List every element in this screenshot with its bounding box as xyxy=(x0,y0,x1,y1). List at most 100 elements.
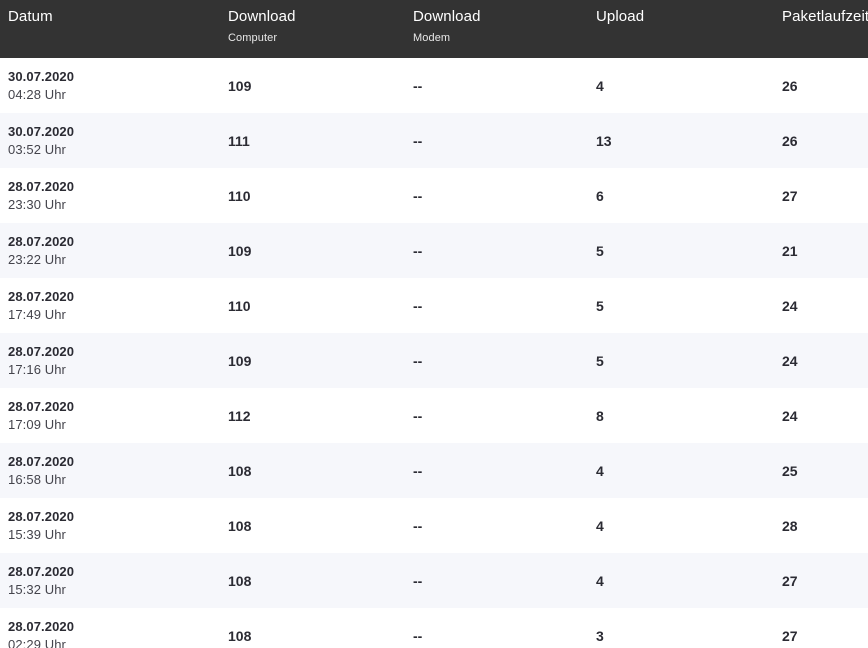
cell-download-modem: -- xyxy=(413,627,423,644)
cell-download-modem: -- xyxy=(413,132,423,149)
cell-datum: 28.07.2020 17:16 Uhr xyxy=(0,333,228,388)
cell-time-value: 02:29 Uhr xyxy=(8,636,66,648)
cell-upload: 5 xyxy=(596,242,604,259)
cell-upload: 8 xyxy=(596,407,604,424)
cell-download-computer: 112 xyxy=(228,407,251,424)
cell-time-value: 15:39 Uhr xyxy=(8,526,66,542)
cell-time-value: 16:58 Uhr xyxy=(8,471,66,487)
cell-paketlaufzeit: 26 xyxy=(782,132,798,149)
cell-upload: 5 xyxy=(596,297,604,314)
cell-upload: 4 xyxy=(596,77,604,94)
cell-download-computer: 109 xyxy=(228,242,252,259)
table-row[interactable]: 28.07.2020 15:32 Uhr 108 -- 4 27 xyxy=(0,553,868,608)
table-header: Datum Download Computer Download Modem U… xyxy=(0,0,868,58)
column-header-datum-label: Datum xyxy=(8,8,53,25)
cell-paketlaufzeit: 27 xyxy=(782,187,798,204)
cell-time-value: 17:16 Uhr xyxy=(8,361,66,377)
cell-datum: 28.07.2020 17:49 Uhr xyxy=(0,278,228,333)
cell-upload: 13 xyxy=(596,132,612,149)
cell-download-computer: 108 xyxy=(228,462,252,479)
cell-paketlaufzeit: 24 xyxy=(782,297,798,314)
cell-download-computer: 110 xyxy=(228,187,251,204)
cell-date-value: 30.07.2020 xyxy=(8,123,75,139)
column-header-download-modem-sublabel: Modem xyxy=(413,31,451,44)
cell-paketlaufzeit: 27 xyxy=(782,627,798,644)
cell-download-modem: -- xyxy=(413,462,423,479)
cell-time-value: 23:30 Uhr xyxy=(8,196,66,212)
cell-paketlaufzeit: 21 xyxy=(782,242,798,259)
column-header-upload-label: Upload xyxy=(596,8,645,25)
table-header-row: Datum Download Computer Download Modem U… xyxy=(0,0,868,58)
measurement-results-table: Datum Download Computer Download Modem U… xyxy=(0,0,868,648)
cell-upload: 4 xyxy=(596,517,604,534)
column-header-datum[interactable]: Datum xyxy=(0,0,228,58)
cell-datum: 28.07.2020 23:22 Uhr xyxy=(0,223,228,278)
column-header-upload[interactable]: Upload xyxy=(596,0,782,58)
column-header-paketlaufzeit-label: Paketlaufzeit xyxy=(782,8,868,25)
cell-time-value: 23:22 Uhr xyxy=(8,251,66,267)
cell-download-modem: -- xyxy=(413,77,423,94)
cell-date-value: 28.07.2020 xyxy=(8,343,75,359)
cell-upload: 4 xyxy=(596,462,604,479)
cell-download-modem: -- xyxy=(413,517,423,534)
cell-time-value: 17:49 Uhr xyxy=(8,306,66,322)
cell-time-value: 17:09 Uhr xyxy=(8,416,66,432)
cell-download-computer: 108 xyxy=(228,627,252,644)
cell-datum: 28.07.2020 17:09 Uhr xyxy=(0,388,228,443)
cell-upload: 6 xyxy=(596,187,604,204)
cell-date-value: 28.07.2020 xyxy=(8,563,75,579)
cell-date-value: 28.07.2020 xyxy=(8,288,75,304)
cell-datum: 28.07.2020 16:58 Uhr xyxy=(0,443,228,498)
cell-paketlaufzeit: 25 xyxy=(782,462,798,479)
cell-datum: 28.07.2020 02:29 Uhr xyxy=(0,608,228,648)
table-row[interactable]: 28.07.2020 17:49 Uhr 110 -- 5 24 xyxy=(0,278,868,333)
cell-paketlaufzeit: 24 xyxy=(782,352,798,369)
table-row[interactable]: 28.07.2020 02:29 Uhr 108 -- 3 27 xyxy=(0,608,868,648)
cell-paketlaufzeit: 27 xyxy=(782,572,798,589)
column-header-download-computer-label: Download xyxy=(228,8,296,25)
table-row[interactable]: 28.07.2020 17:16 Uhr 109 -- 5 24 xyxy=(0,333,868,388)
cell-date-value: 28.07.2020 xyxy=(8,233,75,249)
table-row[interactable]: 30.07.2020 04:28 Uhr 109 -- 4 26 xyxy=(0,58,868,113)
cell-download-modem: -- xyxy=(413,407,423,424)
cell-download-computer: 109 xyxy=(228,77,252,94)
column-header-download-computer[interactable]: Download Computer xyxy=(228,0,413,58)
cell-datum: 28.07.2020 23:30 Uhr xyxy=(0,168,228,223)
cell-date-value: 30.07.2020 xyxy=(8,68,75,84)
table-row[interactable]: 28.07.2020 15:39 Uhr 108 -- 4 28 xyxy=(0,498,868,553)
column-header-download-modem[interactable]: Download Modem xyxy=(413,0,596,58)
cell-download-modem: -- xyxy=(413,242,423,259)
cell-time-value: 15:32 Uhr xyxy=(8,581,66,597)
cell-upload: 4 xyxy=(596,572,604,589)
table-row[interactable]: 28.07.2020 23:22 Uhr 109 -- 5 21 xyxy=(0,223,868,278)
cell-time-value: 03:52 Uhr xyxy=(8,141,66,157)
table-row[interactable]: 30.07.2020 03:52 Uhr 111 -- 13 26 xyxy=(0,113,868,168)
column-header-download-modem-label: Download xyxy=(413,8,481,25)
column-header-download-computer-sublabel: Computer xyxy=(228,31,278,44)
cell-date-value: 28.07.2020 xyxy=(8,453,75,469)
cell-download-computer: 109 xyxy=(228,352,252,369)
cell-time-value: 04:28 Uhr xyxy=(8,86,66,102)
cell-download-modem: -- xyxy=(413,187,423,204)
cell-paketlaufzeit: 28 xyxy=(782,517,798,534)
cell-datum: 30.07.2020 03:52 Uhr xyxy=(0,113,228,168)
column-header-paketlaufzeit[interactable]: Paketlaufzeit xyxy=(782,0,868,58)
cell-download-computer: 108 xyxy=(228,517,252,534)
cell-download-modem: -- xyxy=(413,297,423,314)
cell-datum: 28.07.2020 15:32 Uhr xyxy=(0,553,228,608)
table-row[interactable]: 28.07.2020 17:09 Uhr 112 -- 8 24 xyxy=(0,388,868,443)
cell-date-value: 28.07.2020 xyxy=(8,508,75,524)
cell-download-computer: 108 xyxy=(228,572,252,589)
cell-datum: 30.07.2020 04:28 Uhr xyxy=(0,58,228,113)
table-row[interactable]: 28.07.2020 23:30 Uhr 110 -- 6 27 xyxy=(0,168,868,223)
cell-upload: 5 xyxy=(596,352,604,369)
table-body: 30.07.2020 04:28 Uhr 109 -- 4 26 30.07.2020 03:… xyxy=(0,58,868,648)
cell-download-computer: 110 xyxy=(228,297,251,314)
cell-paketlaufzeit: 26 xyxy=(782,77,798,94)
cell-download-modem: -- xyxy=(413,572,423,589)
cell-date-value: 28.07.2020 xyxy=(8,178,75,194)
cell-download-modem: -- xyxy=(413,352,423,369)
cell-date-value: 28.07.2020 xyxy=(8,398,75,414)
table-row[interactable]: 28.07.2020 16:58 Uhr 108 -- 4 25 xyxy=(0,443,868,498)
cell-paketlaufzeit: 24 xyxy=(782,407,798,424)
